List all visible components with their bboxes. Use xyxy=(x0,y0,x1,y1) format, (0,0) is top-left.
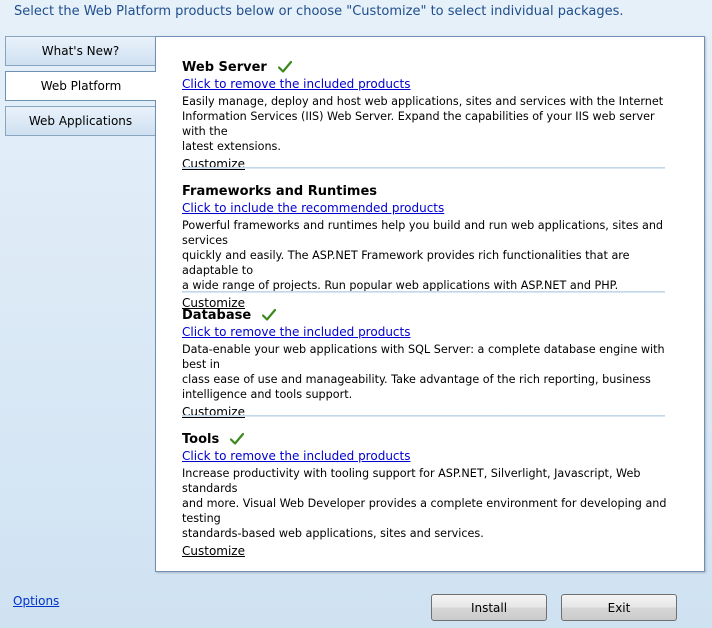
products-panel: Web Server Click to remove the included … xyxy=(155,36,705,572)
customize-link[interactable]: Customize xyxy=(182,544,245,558)
checkmark-icon xyxy=(230,432,245,445)
description-line: quickly and easily. The ASP.NET Framewor… xyxy=(182,249,630,277)
description-line: Increase productivity with tooling suppo… xyxy=(182,467,641,495)
options-link[interactable]: Options xyxy=(13,594,59,608)
description-line: class ease of use and manageability. Tak… xyxy=(182,373,651,386)
description-line: Information Services (IIS) Web Server. E… xyxy=(182,110,655,138)
section-divider xyxy=(182,167,665,169)
install-button[interactable]: Install xyxy=(431,594,547,621)
exit-button[interactable]: Exit xyxy=(561,594,677,621)
description-line: Powerful frameworks and runtimes help yo… xyxy=(182,219,664,247)
description-line: standards-based web applications, sites … xyxy=(182,527,484,540)
section-web-server: Web Server Click to remove the included … xyxy=(182,58,678,172)
include-products-link[interactable]: Click to include the recommended product… xyxy=(182,201,678,216)
section-title-row: Database xyxy=(182,306,678,324)
description-line: latest extensions. xyxy=(182,140,281,153)
checkmark-icon xyxy=(277,60,292,73)
install-button-label: Install xyxy=(470,600,508,615)
exit-button-label: Exit xyxy=(607,600,631,615)
section-divider xyxy=(182,291,665,293)
description-line: intelligence and tools support. xyxy=(182,388,353,401)
remove-products-link[interactable]: Click to remove the included products xyxy=(182,325,678,340)
tab-label: Web Platform xyxy=(40,79,122,93)
remove-products-link[interactable]: Click to remove the included products xyxy=(182,77,678,92)
tab-label: Web Applications xyxy=(28,114,133,128)
tab-whats-new[interactable]: What's New? xyxy=(5,36,155,66)
section-title: Web Server xyxy=(182,59,267,75)
section-description: Increase productivity with tooling suppo… xyxy=(182,466,678,541)
section-tools: Tools Click to remove the included produ… xyxy=(182,430,678,559)
section-title: Database xyxy=(182,307,252,323)
description-line: Easily manage, deploy and host web appli… xyxy=(182,95,664,108)
section-description: Data-enable your web applications with S… xyxy=(182,342,678,402)
section-divider xyxy=(182,415,665,417)
section-title-row: Frameworks and Runtimes xyxy=(182,182,678,200)
section-title-row: Web Server xyxy=(182,58,678,76)
section-database: Database Click to remove the included pr… xyxy=(182,306,678,420)
remove-products-link[interactable]: Click to remove the included products xyxy=(182,449,678,464)
tab-web-platform[interactable]: Web Platform xyxy=(5,71,156,101)
section-description: Easily manage, deploy and host web appli… xyxy=(182,94,678,154)
instruction-text: Select the Web Platform products below o… xyxy=(14,4,624,19)
tab-label: What's New? xyxy=(41,44,120,58)
section-description: Powerful frameworks and runtimes help yo… xyxy=(182,218,678,293)
checkmark-icon xyxy=(262,308,277,321)
section-title: Tools xyxy=(182,431,220,447)
description-line: and more. Visual Web Developer provides … xyxy=(182,497,667,525)
section-title-row: Tools xyxy=(182,430,678,448)
description-line: Data-enable your web applications with S… xyxy=(182,343,665,371)
section-title: Frameworks and Runtimes xyxy=(182,183,378,199)
tab-web-applications[interactable]: Web Applications xyxy=(5,106,155,136)
